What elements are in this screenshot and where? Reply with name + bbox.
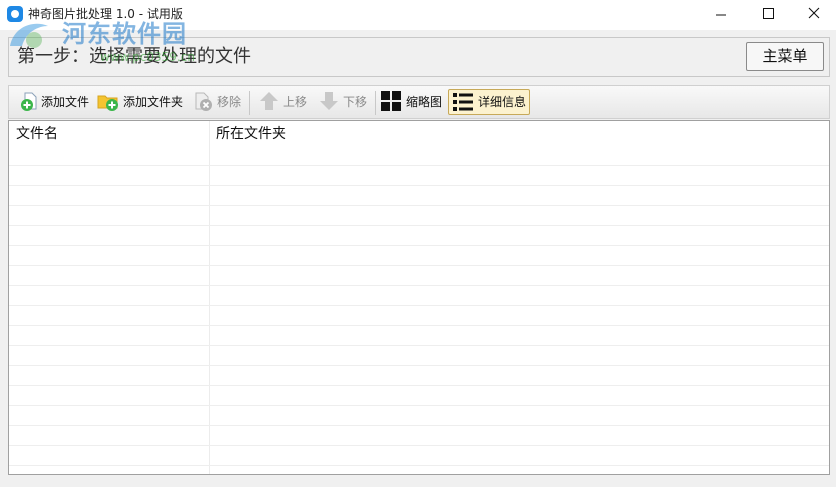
arrow-down-icon (320, 92, 338, 110)
close-icon (808, 7, 820, 19)
watermark-text: 河东软件园 (62, 19, 187, 48)
move-down-button[interactable]: 下移 (317, 89, 371, 115)
row-gridline (9, 325, 829, 326)
list-icon (453, 93, 473, 111)
file-list[interactable]: 文件名 所在文件夹 (8, 120, 830, 475)
row-gridline (9, 185, 829, 186)
row-gridline (9, 405, 829, 406)
row-gridline (9, 385, 829, 386)
add-folder-icon (97, 95, 118, 111)
status-strip (0, 478, 836, 487)
move-down-label: 下移 (343, 95, 368, 109)
minimize-button[interactable] (698, 0, 744, 30)
watermark-logo-icon (10, 23, 48, 48)
row-gridline (9, 225, 829, 226)
minimize-icon (716, 14, 726, 16)
thumbnail-view-label: 缩略图 (406, 95, 443, 109)
row-gridline (9, 345, 829, 346)
add-folder-button[interactable]: 添加文件夹 (97, 89, 187, 115)
toolbar: 添加文件 添加文件夹 移除 上移 下移 缩略图 详细信息 (8, 85, 830, 119)
row-gridline (9, 205, 829, 206)
row-gridline (9, 165, 829, 166)
watermark-url: www.pc0359.cn (100, 50, 195, 64)
row-gridline (9, 425, 829, 426)
column-header-folder[interactable]: 所在文件夹 (216, 121, 286, 147)
move-up-button[interactable]: 上移 (257, 89, 311, 115)
app-window: 神奇图片批处理 1.0 - 试用版 第一步：选择需要处理的文件 主菜单 河东软件… (0, 0, 836, 487)
add-file-icon (21, 92, 37, 111)
thumbnail-view-button[interactable]: 缩略图 (379, 89, 445, 115)
remove-label: 移除 (217, 95, 242, 109)
close-button[interactable] (790, 0, 836, 30)
row-gridline (9, 445, 829, 446)
column-divider[interactable] (209, 121, 210, 474)
add-file-button[interactable]: 添加文件 (17, 89, 93, 115)
maximize-button[interactable] (745, 0, 791, 30)
toolbar-divider (249, 91, 250, 115)
row-gridline (9, 465, 829, 466)
details-view-button[interactable]: 详细信息 (448, 89, 530, 115)
column-header-filename[interactable]: 文件名 (16, 121, 58, 147)
add-folder-label: 添加文件夹 (123, 95, 184, 109)
grid-icon (381, 91, 401, 111)
details-view-label: 详细信息 (478, 95, 527, 109)
remove-icon (195, 92, 212, 111)
add-file-label: 添加文件 (41, 95, 90, 109)
remove-button[interactable]: 移除 (191, 89, 245, 115)
row-gridline (9, 365, 829, 366)
arrow-up-icon (260, 92, 278, 110)
row-gridline (9, 245, 829, 246)
move-up-label: 上移 (283, 95, 308, 109)
main-menu-button[interactable]: 主菜单 (746, 42, 824, 71)
row-gridline (9, 305, 829, 306)
maximize-icon (763, 8, 774, 19)
toolbar-divider (375, 91, 376, 115)
row-gridline (9, 265, 829, 266)
row-gridline (9, 285, 829, 286)
